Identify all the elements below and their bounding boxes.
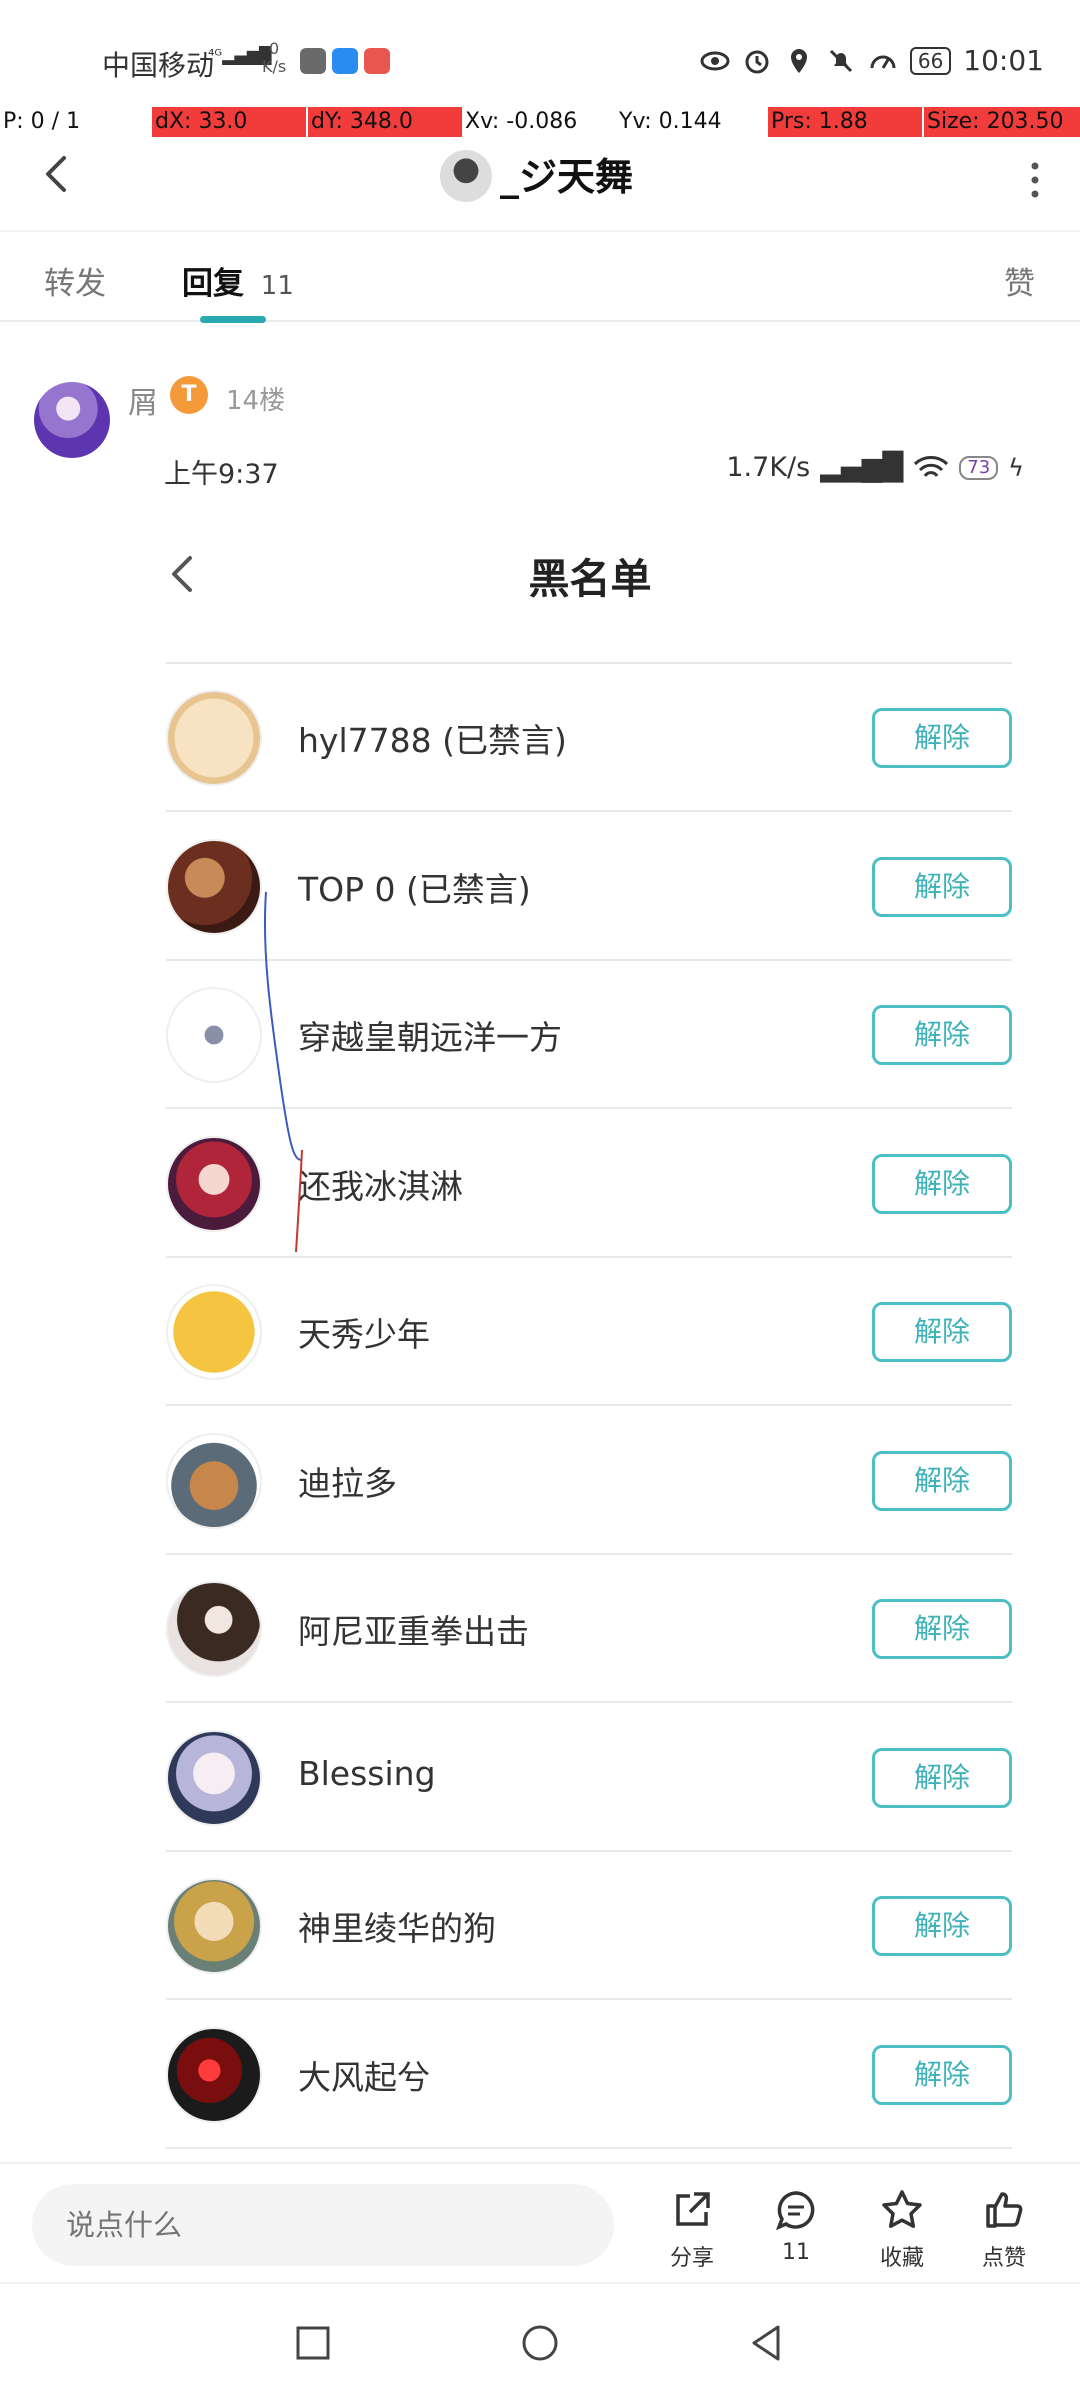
blocked-user-name: 天秀少年 (298, 1315, 430, 1354)
unblock-button: 解除 (872, 708, 1012, 768)
bottom-action-bar: 分享 11 收藏 点赞 (0, 2162, 1080, 2282)
list-item: 迪拉多 解除 (166, 1407, 1012, 1555)
blocked-user-name: 迪拉多 (298, 1463, 397, 1503)
eye-icon (700, 51, 730, 70)
favorite-button[interactable]: 收藏 (862, 2188, 942, 2272)
comment-icon (775, 2191, 815, 2231)
list-item: Blessing 解除 (166, 1704, 1012, 1852)
avatar (166, 1284, 262, 1380)
avatar[interactable] (34, 382, 110, 458)
unblock-button: 解除 (872, 1747, 1012, 1808)
unblock-button: 解除 (872, 1599, 1012, 1659)
list-item: hyl7788 (已禁言) 解除 (166, 664, 1012, 812)
top-app-bar: _ジ天舞 (0, 130, 1080, 230)
list-item: 神里绫华的狗 解除 (166, 1852, 1012, 2000)
back-triangle-icon[interactable] (740, 2316, 794, 2370)
level-badge: T (170, 376, 208, 414)
comment-count: 11 (782, 2240, 810, 2265)
tab-like[interactable]: 赞 (1004, 258, 1035, 303)
list-item: 天秀少年 解除 (166, 1258, 1012, 1406)
star-icon (882, 2190, 922, 2228)
system-navigation-bar (0, 2282, 1080, 2400)
page-title: _ジ天舞 (500, 155, 634, 199)
charging-icon: ϟ (1008, 453, 1024, 482)
list-item: 大风起兮 解除 (166, 2001, 1012, 2149)
like-label: 点赞 (981, 2246, 1026, 2271)
tab-bar: 转发 回复 11 赞 (0, 230, 1080, 323)
recents-square-icon[interactable] (286, 2316, 340, 2370)
wifi-icon (914, 455, 949, 477)
tab-reply-label: 回复 (182, 266, 244, 302)
more-vertical-icon[interactable] (1010, 150, 1060, 210)
unblock-button: 解除 (872, 1896, 1012, 1956)
blocked-user-name: 神里绫华的狗 (298, 1909, 496, 1948)
location-icon (790, 48, 807, 73)
share-button[interactable]: 分享 (652, 2188, 732, 2272)
comment-button[interactable]: 11 (756, 2188, 836, 2265)
avatar (166, 1729, 262, 1826)
blocked-user-name: 穿越皇朝远洋一方 (298, 1018, 562, 1057)
reply-username[interactable]: 屑 (128, 378, 158, 422)
app-notification-icon (300, 48, 326, 74)
speed-icon (870, 55, 896, 69)
active-tab-indicator (200, 316, 266, 323)
avatar (166, 690, 262, 786)
mute-icon (829, 49, 852, 72)
floor-number: 14楼 (226, 386, 286, 416)
unblock-button: 解除 (872, 1153, 1012, 1214)
scribble-mark (263, 891, 303, 1253)
unblock-button: 解除 (872, 2044, 1012, 2105)
blocked-user-name: 大风起兮 (298, 2057, 430, 2097)
blacklist-title: 黑名单 (528, 555, 652, 603)
clock: 10:01 (963, 44, 1044, 77)
box-app-icon (364, 48, 390, 74)
blocked-user-name: 阿尼亚重拳出击 (298, 1612, 529, 1651)
favorite-label: 收藏 (879, 2246, 924, 2271)
tab-forward[interactable]: 转发 (44, 258, 106, 303)
tab-reply[interactable]: 回复 11 (182, 258, 294, 303)
blocked-user-name: Blessing (298, 1753, 436, 1793)
unblock-button: 解除 (872, 856, 1012, 917)
avatar (166, 1432, 262, 1529)
blocked-user-name: TOP 0 (已禁言) (298, 869, 531, 909)
carrier-label: 中国移动 (102, 49, 215, 82)
thumbs-up-icon (986, 2192, 1023, 2228)
share-icon (676, 2192, 710, 2226)
battery-indicator: 66 (909, 46, 952, 75)
embedded-battery: 73 (959, 455, 999, 480)
blocked-user-name: 还我冰淇淋 (298, 1166, 463, 1206)
avatar (166, 838, 262, 935)
embedded-signal-icon: ▂▄▆█ (820, 452, 904, 483)
embedded-status-bar: 上午9:37 1.7K/s ▂▄▆█ 73 ϟ (164, 452, 1024, 492)
unblock-button: 解除 (872, 1302, 1012, 1362)
share-label: 分享 (669, 2246, 714, 2271)
back-arrow-icon[interactable] (28, 144, 88, 204)
avatar (166, 1581, 262, 1677)
author-avatar[interactable] (440, 150, 492, 202)
status-icons: 66 10:01 (700, 44, 1044, 77)
status-bar: 中国移动 ⁴ᴳ▂▄▆█ 0 K/s 66 10:01 (0, 0, 1080, 110)
net-speed: 0 K/s (262, 39, 287, 76)
embedded-clock: 上午9:37 (164, 459, 279, 490)
avatar (166, 1878, 262, 1974)
unblock-button: 解除 (872, 1005, 1012, 1065)
unblock-button: 解除 (872, 1450, 1012, 1511)
blocked-user-name: hyl7788 (已禁言) (298, 721, 567, 760)
comment-input[interactable] (32, 2184, 614, 2266)
tab-reply-count: 11 (260, 271, 294, 301)
like-button[interactable]: 点赞 (964, 2188, 1044, 2272)
list-item: 阿尼亚重拳出击 解除 (166, 1555, 1012, 1703)
alarm-icon (745, 50, 769, 73)
avatar (166, 987, 262, 1083)
embedded-net-speed: 1.7K/s (726, 452, 811, 483)
search-app-icon (332, 48, 358, 74)
home-circle-icon[interactable] (513, 2316, 567, 2370)
avatar (166, 2026, 262, 2123)
avatar (166, 1135, 262, 1232)
